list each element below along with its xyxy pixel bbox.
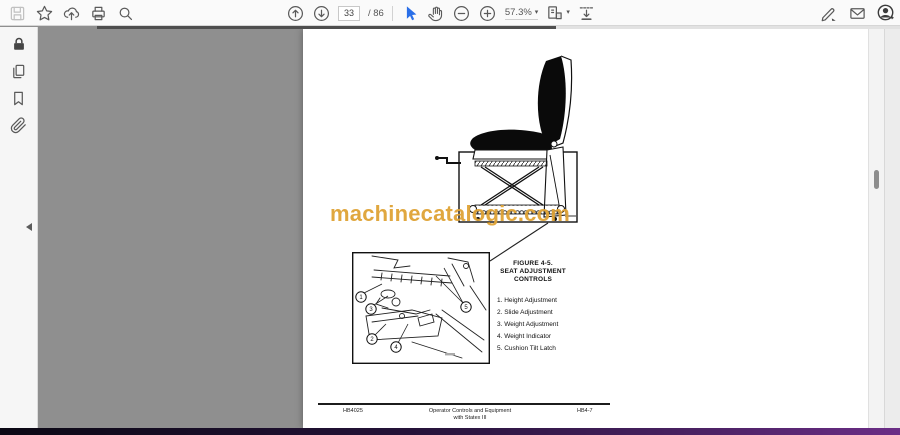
toolbar-right-group [819,0,895,26]
print-icon [91,6,105,20]
figure-id-smudge [445,353,455,356]
hand-tool-button[interactable] [427,4,445,22]
account-button[interactable] [877,4,895,22]
watermark-text: machinecatalogic.com [330,201,570,226]
fit-page-dropdown[interactable]: ▾ [546,4,570,22]
email-button[interactable] [848,4,866,22]
vertical-scrollbar-thumb[interactable] [874,170,879,189]
footer-doc-code: HB4025 [343,408,363,414]
callout-connector-line [489,222,549,262]
save-button[interactable] [8,4,26,22]
collapse-panel-left-button[interactable] [26,223,32,231]
footer-section-title: Operator Controls and Equipment with Sta… [420,408,520,421]
toolbar-shadow-light [556,26,900,29]
pdf-toolbar: / 86 57.3% ▾ [0,0,900,26]
legend-item: 3. Weight Adjustment [497,321,559,328]
footer-section-line: Operator Controls and Equipment [428,408,512,414]
sidebar-item-security[interactable] [10,35,28,53]
search-button[interactable] [116,4,134,22]
arrow-up-circle-icon [287,5,303,21]
read-mode-button[interactable] [578,4,596,22]
sidebar-item-attachments[interactable] [10,116,28,134]
footer-page-code: HB4-7 [577,408,593,414]
cloud-upload-button[interactable] [62,4,80,22]
legend-item: 4. Weight Indicator [497,333,552,340]
paperclip-icon [10,116,26,133]
figure-title-line: FIGURE 4-5. [513,260,553,267]
zoom-out-button[interactable] [453,4,471,22]
footer-rule [318,403,610,405]
page-number-input[interactable] [338,5,360,21]
toolbar-left-group [8,0,134,26]
account-person-icon [877,4,894,21]
sidebar-item-pages[interactable] [10,62,28,80]
lock-icon [13,37,24,50]
figure-caption-title: FIGURE 4-5. SEAT ADJUSTMENT CONTROLS [483,260,583,284]
legend-item: 5. Cushion Tilt Latch [497,345,556,352]
next-page-button[interactable] [312,4,330,22]
pages-icon [13,64,25,78]
fit-page-icon [548,6,563,20]
save-icon [10,6,24,20]
vertical-scrollbar-track[interactable] [868,26,884,428]
arrow-down-circle-icon [313,5,329,21]
right-panel-rail [884,26,900,428]
legend-item: 1. Height Adjustment [497,297,557,304]
search-icon [119,7,132,20]
chevron-down-icon: ▾ [566,9,570,16]
bookmark-icon [14,91,23,105]
left-panel-rail [0,27,38,428]
star-icon [36,5,52,20]
figure-title-line: CONTROLS [513,276,553,283]
star-button[interactable] [35,4,53,22]
legend-item: 2. Slide Adjustment [497,309,553,316]
cloud-upload-icon [63,7,79,20]
zoom-in-button[interactable] [479,4,497,22]
sidebar-item-bookmarks[interactable] [10,89,28,107]
toolbar-center-group: / 86 57.3% ▾ [286,0,596,26]
print-button[interactable] [89,4,107,22]
read-mode-icon [580,6,594,20]
toolbar-shadow-dark [97,26,556,29]
seat-adjustment-detail-illustration: 1 3 2 4 5 [352,252,490,364]
toolbar-divider [391,5,393,21]
zoom-level-dropdown[interactable]: 57.3% ▾ [504,6,539,20]
taskbar-edge [0,428,900,435]
figure-legend-list: 1. Height Adjustment 2. Slide Adjustment… [497,295,558,355]
minus-circle-icon [454,5,470,21]
footer-section-line: with Statex III [453,414,487,421]
chevron-down-icon: ▾ [534,8,539,16]
zoom-level-value: 57.3% [504,6,532,18]
envelope-icon [849,7,865,19]
pdf-page: machinecatalogic.com 1 3 2 4 5 FIGURE 4-… [303,29,868,428]
select-cursor-icon [406,6,417,21]
plus-circle-icon [480,5,496,21]
page-total-label: / 86 [368,7,384,19]
hand-tool-icon [428,6,443,21]
fill-sign-button[interactable] [819,4,837,22]
figure-title-line: SEAT ADJUSTMENT [500,268,566,275]
pen-sign-icon [821,7,836,21]
select-tool-button[interactable] [401,4,419,22]
previous-page-button[interactable] [286,4,304,22]
